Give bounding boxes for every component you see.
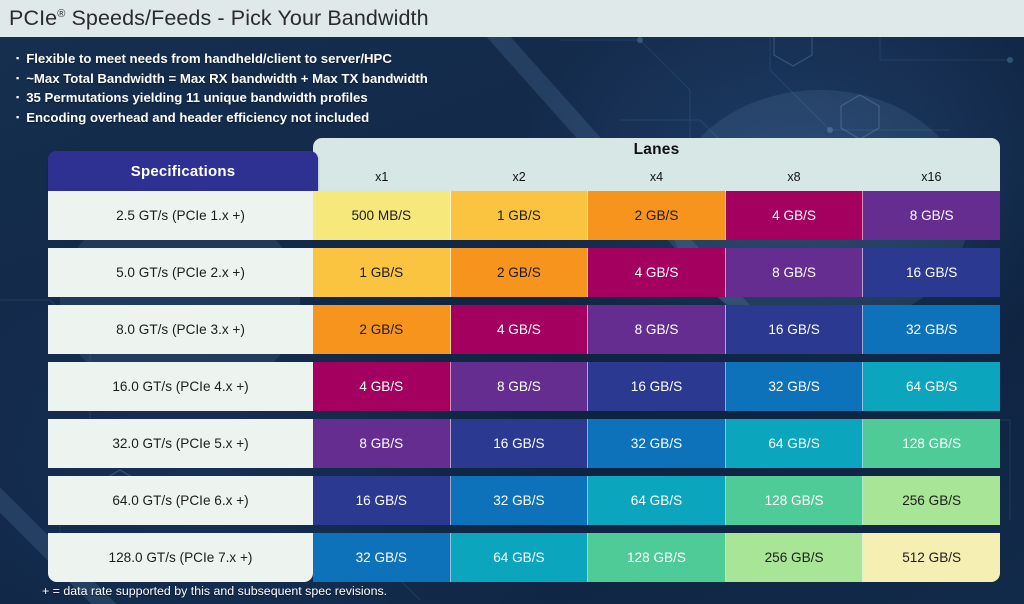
bullet-label: Encoding overhead and header efficiency … [26,109,370,125]
bandwidth-cell-x1: 500 MB/S [313,191,451,240]
bandwidth-cell-x8: 64 GB/S [725,419,864,468]
bandwidth-cell-x1: 4 GB/S [313,362,451,411]
bandwidth-cell-x2: 64 GB/S [450,533,589,582]
bandwidth-cell-x4: 8 GB/S [588,305,726,354]
bandwidth-cell-x2: 8 GB/S [450,362,589,411]
lane-cell-group: 500 MB/S 1 GB/S 2 GB/S 4 GB/S 8 GB/S [313,191,1000,240]
bandwidth-cell-x8: 32 GB/S [725,362,864,411]
list-item: ▪ ~Max Total Bandwidth = Max RX bandwidt… [14,70,428,87]
bandwidth-cell-x4: 16 GB/S [588,362,726,411]
bandwidth-cell-x2: 4 GB/S [450,305,589,354]
bandwidth-cell-x8: 16 GB/S [725,305,864,354]
lane-cell-group: 16 GB/S 32 GB/S 64 GB/S 128 GB/S 256 GB/S [313,476,1000,525]
page-title: PCIe® Speeds/Feeds - Pick Your Bandwidth [0,6,429,31]
bullet-label: ~Max Total Bandwidth = Max RX bandwidth … [26,70,428,86]
bandwidth-cell-x1: 2 GB/S [313,305,451,354]
lane-cell-group: 4 GB/S 8 GB/S 16 GB/S 32 GB/S 64 GB/S [313,362,1000,411]
bandwidth-cell-x8: 4 GB/S [725,191,864,240]
lane-header-x4: x4 [649,170,664,184]
spec-cell: 16.0 GT/s (PCIe 4.x +) [48,362,313,411]
lanes-column-group-header: Lanes [633,141,680,158]
bandwidth-cell-x4: 2 GB/S [588,191,726,240]
lane-cell-group: 32 GB/S 64 GB/S 128 GB/S 256 GB/S 512 GB/S [313,533,1000,582]
specifications-column-header-label: Specifications [130,162,236,180]
bullet-label: 35 Permutations yielding 11 unique bandw… [26,90,368,105]
bandwidth-cell-x16: 256 GB/S [863,476,1000,525]
lane-cell-group: 8 GB/S 16 GB/S 32 GB/S 64 GB/S 128 GB/S [313,419,1000,468]
square-bullet-icon: ▪ [16,111,20,122]
slide-canvas: PCIe® Speeds/Feeds - Pick Your Bandwidth… [0,0,1024,604]
table-row: 2.5 GT/s (PCIe 1.x +) 500 MB/S 1 GB/S 2 GB/… [48,191,1000,240]
bandwidth-cell-x8: 8 GB/S [725,248,864,297]
spec-cell: 128.0 GT/s (PCIe 7.x +) [48,533,313,582]
lane-cell-group: 2 GB/S 4 GB/S 8 GB/S 16 GB/S 32 GB/S [313,305,1000,354]
table-row: 64.0 GT/s (PCIe 6.x +) 16 GB/S 32 GB/S 64 G… [48,476,1000,525]
lane-header-x8: x8 [787,170,801,184]
lane-header-x16: x16 [921,170,942,184]
bandwidth-cell-x1: 32 GB/S [313,533,451,582]
bandwidth-cell-x2: 16 GB/S [450,419,589,468]
list-item: ▪ 35 Permutations yielding 11 unique ban… [14,89,428,106]
bullet-list: ▪ Flexible to meet needs from handheld/c… [14,50,428,128]
spec-cell: 32.0 GT/s (PCIe 5.x +) [48,419,313,468]
bullet-label: Flexible to meet needs from handheld/cli… [26,51,392,66]
table-row: 128.0 GT/s (PCIe 7.x +) 32 GB/S 64 GB/S 128… [48,533,1000,582]
lane-header-x1: x1 [375,170,389,184]
bandwidth-cell-x4: 64 GB/S [588,476,726,525]
bandwidth-cell-x4: 32 GB/S [588,419,726,468]
list-item: ▪ Flexible to meet needs from handheld/c… [14,50,428,67]
table-row: 16.0 GT/s (PCIe 4.x +) 4 GB/S 8 GB/S 16 GB/… [48,362,1000,411]
square-bullet-icon: ▪ [16,72,20,83]
bandwidth-cell-x8: 256 GB/S [725,533,864,582]
lane-cell-group: 1 GB/S 2 GB/S 4 GB/S 8 GB/S 16 GB/S [313,248,1000,297]
table-row: 32.0 GT/s (PCIe 5.x +) 8 GB/S 16 GB/S 32 GB… [48,419,1000,468]
bandwidth-cell-x2: 2 GB/S [450,248,589,297]
bandwidth-cell-x2: 1 GB/S [450,191,589,240]
bandwidth-cell-x16: 512 GB/S [863,533,1000,582]
title-suffix: Speeds/Feeds - Pick Your Bandwidth [65,6,429,30]
specifications-column-header: Specifications [48,151,318,191]
bandwidth-cell-x1: 16 GB/S [313,476,451,525]
square-bullet-icon: ▪ [16,53,20,63]
slide-title-bar: PCIe® Speeds/Feeds - Pick Your Bandwidth [0,0,1024,37]
square-bullet-icon: ▪ [16,92,20,102]
lane-header-row: x1 x2 x4 x8 x16 [313,164,1000,191]
bandwidth-cell-x16: 16 GB/S [863,248,1000,297]
bandwidth-cell-x1: 1 GB/S [313,248,451,297]
footnote: + = data rate supported by this and subs… [42,584,388,598]
bandwidth-cell-x16: 8 GB/S [863,191,1000,240]
bandwidth-cell-x1: 8 GB/S [313,419,451,468]
bandwidth-cell-x16: 128 GB/S [863,419,1000,468]
spec-cell: 2.5 GT/s (PCIe 1.x +) [48,191,313,240]
bandwidth-cell-x16: 32 GB/S [863,305,1000,354]
spec-cell: 8.0 GT/s (PCIe 3.x +) [48,305,313,354]
bandwidth-cell-x16: 64 GB/S [863,362,1000,411]
spec-cell: 64.0 GT/s (PCIe 6.x +) [48,476,313,525]
title-prefix: PCIe [9,6,58,30]
spec-cell: 5.0 GT/s (PCIe 2.x +) [48,248,313,297]
lane-header-x2: x2 [512,170,526,184]
bandwidth-cell-x2: 32 GB/S [450,476,589,525]
table-row: 5.0 GT/s (PCIe 2.x +) 1 GB/S 2 GB/S 4 GB/S 8… [48,248,1000,297]
bandwidth-cell-x4: 4 GB/S [588,248,726,297]
bandwidth-cell-x4: 128 GB/S [588,533,726,582]
list-item: ▪ Encoding overhead and header efficienc… [14,109,428,126]
bandwidth-cell-x8: 128 GB/S [725,476,864,525]
table-row: 8.0 GT/s (PCIe 3.x +) 2 GB/S 4 GB/S 8 GB/S 1… [48,305,1000,354]
table-body: 2.5 GT/s (PCIe 1.x +) 500 MB/S 1 GB/S 2 GB/… [48,191,1000,582]
